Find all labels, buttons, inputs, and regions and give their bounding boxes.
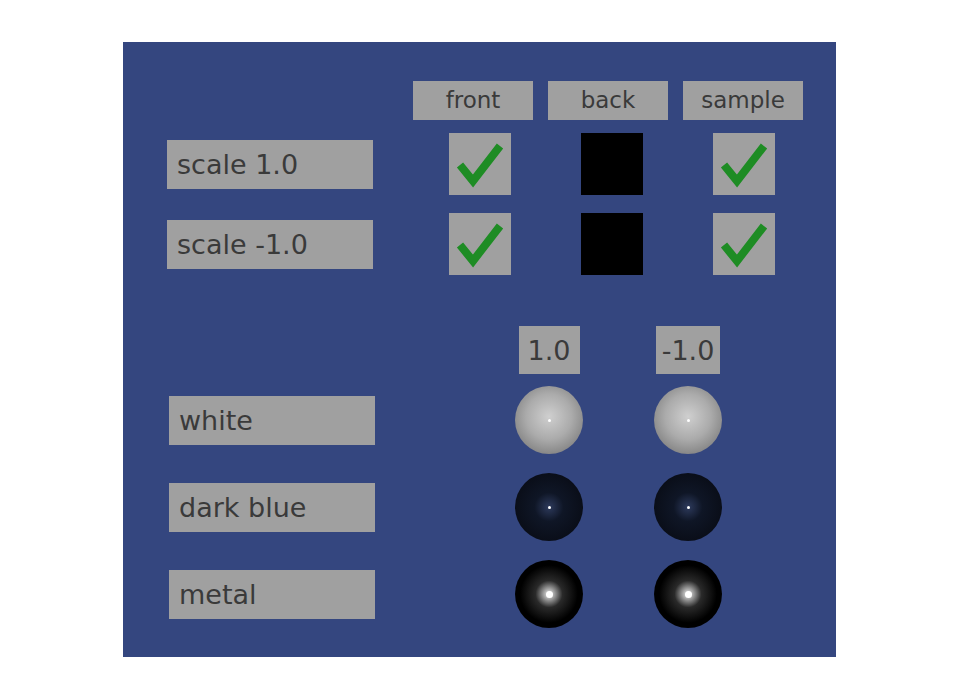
row-label: scale 1.0 xyxy=(167,140,373,189)
column-headers: front back sample xyxy=(413,81,836,120)
sphere xyxy=(654,473,722,541)
scale-row: scale 1.0 xyxy=(123,133,836,195)
material-rows: white dark blue metal xyxy=(123,386,836,628)
row-label: dark blue xyxy=(169,483,375,532)
checkmark-icon xyxy=(718,138,770,190)
material-column: -1.0 xyxy=(643,326,733,374)
scale-row: scale -1.0 xyxy=(123,213,836,275)
sphere-cell xyxy=(643,473,733,541)
sphere xyxy=(515,473,583,541)
material-row: metal xyxy=(123,560,836,628)
column-header: sample xyxy=(683,81,803,120)
material-headers: 1.0 -1.0 xyxy=(504,326,836,374)
sphere-cells xyxy=(504,473,733,541)
empty-cell xyxy=(581,133,643,195)
empty-cell xyxy=(581,213,643,275)
check-cell xyxy=(449,213,511,275)
material-column: 1.0 xyxy=(504,326,594,374)
sphere xyxy=(515,386,583,454)
check-cell xyxy=(449,133,511,195)
sphere xyxy=(654,560,722,628)
row-label: white xyxy=(169,396,375,445)
sphere-cell xyxy=(504,473,594,541)
sphere-cells xyxy=(504,560,733,628)
row-label: scale -1.0 xyxy=(167,220,373,269)
sphere-cell xyxy=(643,386,733,454)
test-panel: front back sample scale 1.0 scale -1.0 1.0 -… xyxy=(123,42,836,657)
material-row: dark blue xyxy=(123,473,836,541)
check-cell xyxy=(713,213,775,275)
row-cells xyxy=(449,133,775,195)
material-column-header: -1.0 xyxy=(656,326,721,374)
checkmark-icon xyxy=(454,218,506,270)
sphere xyxy=(515,560,583,628)
scale-rows: scale 1.0 scale -1.0 xyxy=(123,133,836,275)
column-header: back xyxy=(548,81,668,120)
highlight-dot xyxy=(687,506,690,509)
sphere-cells xyxy=(504,386,733,454)
row-label: metal xyxy=(169,570,375,619)
material-row: white xyxy=(123,386,836,454)
column-header: front xyxy=(413,81,533,120)
highlight-dot xyxy=(548,506,551,509)
material-column-header: 1.0 xyxy=(519,326,580,374)
sphere xyxy=(654,386,722,454)
checkmark-icon xyxy=(718,218,770,270)
sphere-cell xyxy=(504,386,594,454)
highlight-dot xyxy=(687,419,690,422)
check-cell xyxy=(713,133,775,195)
highlight-dot xyxy=(546,591,553,598)
sphere-cell xyxy=(504,560,594,628)
highlight-dot xyxy=(548,419,551,422)
row-cells xyxy=(449,213,775,275)
checkmark-icon xyxy=(454,138,506,190)
highlight-dot xyxy=(685,591,692,598)
sphere-cell xyxy=(643,560,733,628)
